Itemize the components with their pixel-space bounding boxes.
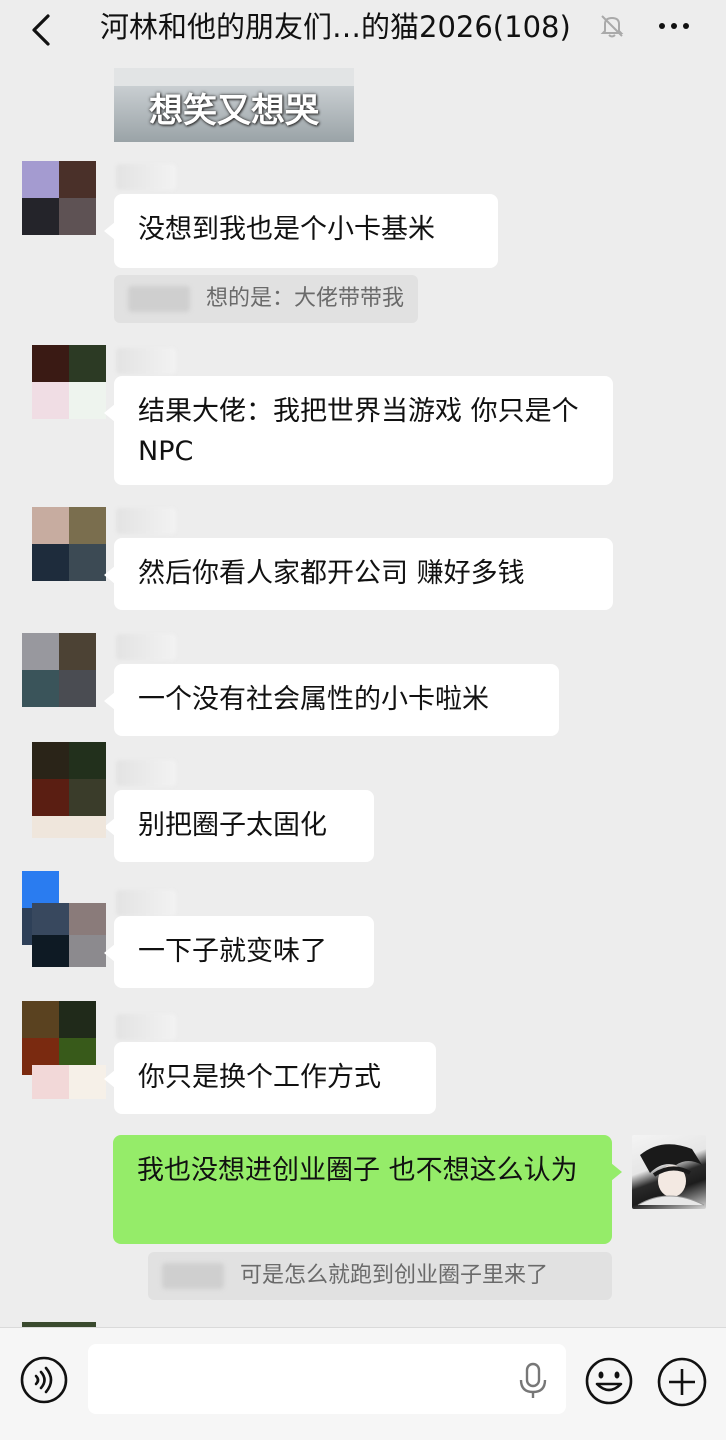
message-input[interactable] [88, 1344, 566, 1414]
quoted-text: 可是怎么就跑到创业圈子里来了 [240, 1263, 549, 1288]
avatar[interactable] [32, 742, 106, 816]
sender-name [116, 348, 176, 374]
avatar-self[interactable] [632, 1135, 706, 1209]
message-bubble[interactable]: 你只是换个工作方式 [104, 1042, 436, 1114]
sticker-top [114, 68, 354, 86]
avatar-lower [32, 903, 106, 967]
more-dots-icon[interactable] [654, 12, 694, 40]
message-bubble-self[interactable]: 我也没想进创业圈子 也不想这么认为 [113, 1135, 622, 1244]
sticker-image[interactable]: 想笑又想哭 [114, 68, 354, 142]
sender-name [116, 164, 176, 190]
avatar[interactable] [22, 633, 96, 707]
avatar[interactable] [32, 507, 106, 581]
sender-name [116, 634, 176, 660]
message-bubble[interactable]: 一个没有社会属性的小卡啦米 [104, 664, 559, 736]
avatar-fragment [32, 816, 106, 838]
voice-icon[interactable] [20, 1356, 68, 1404]
avatar[interactable] [22, 1001, 96, 1075]
quoted-sender [162, 1263, 224, 1289]
quoted-text: 想的是：大佬带带我 [206, 286, 405, 311]
sticker-caption: 想笑又想哭 [149, 91, 319, 131]
chat-title: 河林和他的朋友们…的猫2026(108) [100, 10, 571, 44]
avatar[interactable] [22, 161, 96, 235]
sender-name [116, 890, 176, 916]
quoted-sender [128, 286, 190, 312]
sender-name [116, 760, 176, 786]
message-bubble[interactable]: 然后你看人家都开公司 赚好多钱 [104, 538, 613, 610]
avatar[interactable] [32, 345, 106, 419]
microphone-icon[interactable] [516, 1362, 550, 1400]
avatar-self-portrait [637, 1144, 705, 1206]
emoji-icon[interactable] [584, 1356, 634, 1406]
bell-off-icon [600, 15, 624, 38]
input-bar [0, 1327, 726, 1440]
message-bubble[interactable]: 结果大佬：我把世界当游戏 你只是个NPC [104, 376, 613, 485]
quoted-message[interactable]: 可是怎么就跑到创业圈子里来了 [148, 1252, 612, 1300]
chat-header: 河林和他的朋友们…的猫2026(108) [0, 0, 726, 68]
message-bubble[interactable]: 没想到我也是个小卡基米 [104, 194, 498, 268]
message-bubble[interactable]: 别把圈子太固化 [104, 790, 374, 862]
quoted-message[interactable]: 想的是：大佬带带我 [114, 275, 419, 323]
sender-name [116, 1014, 176, 1040]
chevron-left-icon[interactable] [22, 10, 62, 50]
avatar-lower [32, 1065, 106, 1099]
plus-icon[interactable] [656, 1356, 708, 1408]
sender-name [116, 508, 176, 534]
message-bubble[interactable]: 一下子就变味了 [104, 916, 374, 988]
